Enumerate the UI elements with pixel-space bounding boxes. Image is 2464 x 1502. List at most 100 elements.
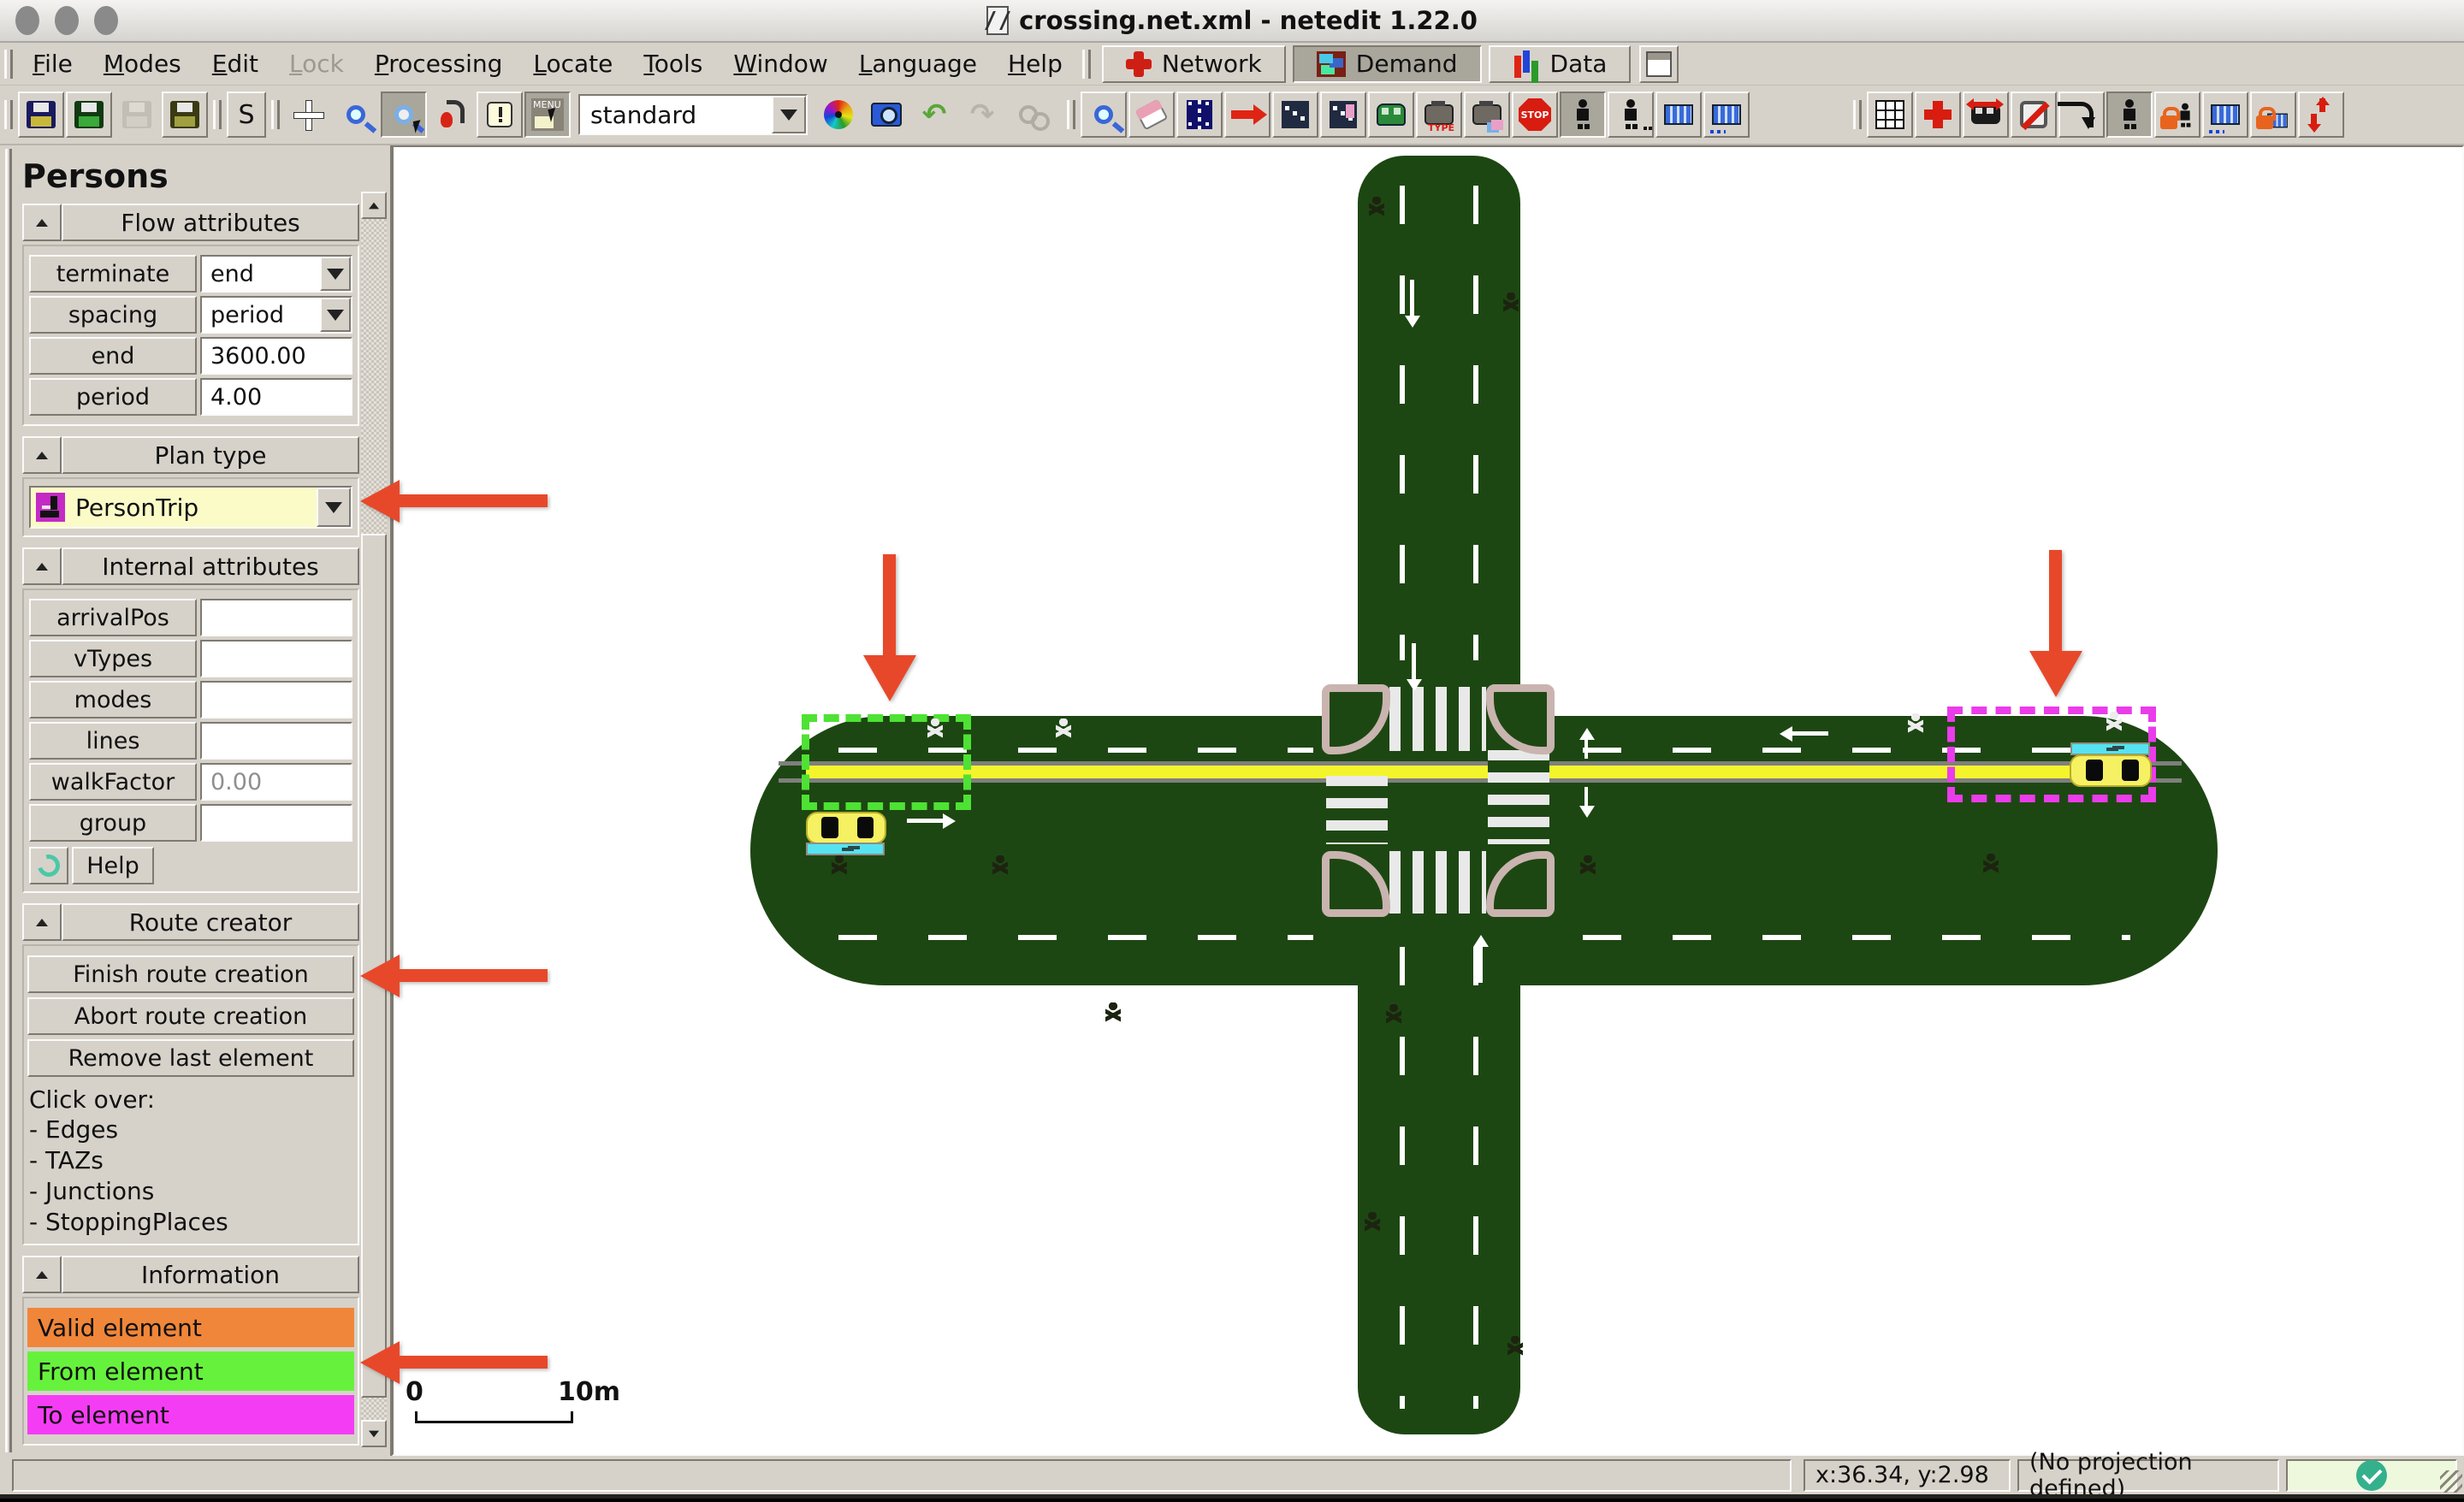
supermode-demand-button[interactable]: Demand — [1293, 45, 1482, 83]
from-edge-highlight[interactable] — [802, 714, 971, 810]
internal-attributes-header[interactable]: Internal attributes — [62, 547, 359, 585]
toolbar-grip[interactable] — [1853, 100, 1862, 129]
spacing-dropdown-button[interactable] — [320, 298, 351, 332]
vtypes-input[interactable] — [200, 640, 352, 677]
lines-input[interactable] — [200, 722, 352, 760]
arrivalpos-label-button[interactable]: arrivalPos — [29, 599, 197, 636]
remove-last-element-button[interactable]: Remove last element — [27, 1039, 354, 1077]
save-sumoconfig-button[interactable] — [18, 92, 64, 138]
walkfactor-input[interactable] — [200, 763, 352, 801]
junction-shape-button[interactable] — [1915, 92, 1961, 138]
scrollbar-thumb[interactable] — [361, 534, 387, 1398]
spacing-combo[interactable]: period — [200, 296, 352, 334]
inspect-cursor-button[interactable] — [381, 92, 427, 138]
container-mode-button[interactable] — [1656, 92, 1702, 138]
view-scheme-dropdown-button[interactable] — [772, 96, 806, 133]
screenshot-button[interactable] — [863, 92, 909, 138]
crosswalk-north[interactable] — [1389, 687, 1486, 751]
information-header[interactable]: Information — [62, 1256, 359, 1293]
s-button[interactable]: S — [227, 92, 266, 138]
finish-route-creation-button[interactable]: Finish route creation — [27, 955, 354, 993]
network-canvas[interactable]: 0 10m — [392, 145, 2464, 1456]
type-mode-button[interactable]: TYPE — [1416, 92, 1462, 138]
show-grid-button[interactable] — [1867, 92, 1913, 138]
menu-help[interactable]: Help — [992, 46, 1078, 81]
modes-label-button[interactable]: modes — [29, 681, 197, 718]
reset-button[interactable] — [29, 847, 68, 884]
show-person-plans-button[interactable] — [2106, 92, 2153, 138]
lock-person-button[interactable] — [2154, 92, 2200, 138]
person-mode-button[interactable] — [1560, 92, 1606, 138]
color-scheme-button[interactable] — [815, 92, 862, 138]
vehicle-mode-button[interactable] — [1368, 92, 1414, 138]
supermode-data-button[interactable]: Data — [1489, 45, 1632, 83]
menu-file[interactable]: File — [17, 46, 88, 81]
resize-grip[interactable] — [2440, 1470, 2462, 1493]
toolbar-grip[interactable] — [1082, 50, 1091, 79]
group-input[interactable] — [200, 804, 352, 842]
delete-mode-button[interactable] — [1128, 92, 1175, 138]
end-label-button[interactable]: end — [29, 337, 197, 375]
collapse-internal-attributes-button[interactable] — [22, 547, 62, 585]
collapse-route-creator-button[interactable] — [22, 903, 62, 941]
route-creator-header[interactable]: Route creator — [62, 903, 359, 941]
menu-processing[interactable]: Processing — [359, 46, 518, 81]
plan-type-dropdown-button[interactable] — [317, 488, 351, 527]
person-plan-mode-button[interactable] — [1608, 92, 1654, 138]
busstop-east[interactable] — [2070, 742, 2150, 755]
modes-input[interactable] — [200, 681, 352, 718]
zoom-button[interactable] — [333, 92, 379, 138]
save-network-button[interactable] — [66, 92, 112, 138]
plan-type-header[interactable]: Plan type — [62, 436, 359, 474]
vehicle-west[interactable] — [806, 812, 886, 844]
collapse-flow-attributes-button[interactable] — [22, 204, 62, 241]
supermode-network-button[interactable]: Network — [1102, 45, 1286, 83]
arrivalpos-input[interactable] — [200, 599, 352, 636]
crosswalk-west[interactable] — [1326, 776, 1388, 844]
context-help-button[interactable] — [429, 92, 475, 138]
save-demand-button[interactable] — [162, 92, 208, 138]
plan-type-combo[interactable]: PersonTrip — [29, 486, 352, 529]
terminate-combo[interactable]: end — [200, 255, 352, 293]
help-button[interactable]: Help — [72, 847, 154, 884]
scroll-down-button[interactable] — [361, 1420, 387, 1447]
frame-grip[interactable] — [5, 149, 12, 1452]
show-demand-elements-button[interactable] — [1963, 92, 2009, 138]
lines-label-button[interactable]: lines — [29, 722, 197, 760]
group-label-button[interactable]: group — [29, 804, 197, 842]
vehicle-east[interactable] — [2070, 754, 2152, 787]
end-input[interactable] — [200, 337, 352, 375]
undo-button[interactable]: ↶ — [911, 92, 957, 138]
hide-shapes-button[interactable] — [2011, 92, 2057, 138]
show-container-plans-button[interactable] — [2202, 92, 2248, 138]
terminate-dropdown-button[interactable] — [320, 257, 351, 291]
select-mode-button[interactable] — [1176, 92, 1223, 138]
flow-attributes-header[interactable]: Flow attributes — [62, 204, 359, 241]
menu-tools[interactable]: Tools — [628, 46, 718, 81]
period-label-button[interactable]: period — [29, 378, 197, 416]
show-overlapped-routes-button[interactable] — [2298, 92, 2344, 138]
route-mode-button[interactable] — [1272, 92, 1318, 138]
scroll-up-button[interactable] — [361, 192, 387, 219]
toolbar-grip[interactable] — [4, 50, 13, 79]
menu-window[interactable]: Window — [718, 46, 843, 81]
vtypes-label-button[interactable]: vTypes — [29, 640, 197, 677]
busstop-west[interactable] — [806, 843, 885, 855]
crosswalk-south[interactable] — [1389, 851, 1486, 914]
crosswalk-east[interactable] — [1488, 750, 1549, 844]
message-window-button[interactable] — [477, 92, 523, 138]
new-window-button[interactable] — [1639, 45, 1679, 83]
period-input[interactable] — [200, 378, 352, 416]
collapse-information-button[interactable] — [22, 1256, 62, 1293]
menu-modes[interactable]: Modes — [88, 46, 197, 81]
toolbar-grip[interactable] — [4, 100, 13, 129]
menu-check-button[interactable]: MENU — [524, 92, 571, 138]
menu-edit[interactable]: Edit — [197, 46, 274, 81]
toolbar-grip[interactable] — [1067, 100, 1075, 129]
spacing-label-button[interactable]: spacing — [29, 296, 197, 334]
view-scheme-combo[interactable]: standard — [578, 94, 808, 135]
move-mode-button[interactable] — [1224, 92, 1270, 138]
menu-language[interactable]: Language — [844, 46, 992, 81]
sidebar-scrollbar[interactable] — [361, 192, 387, 1447]
collapse-plan-type-button[interactable] — [22, 436, 62, 474]
